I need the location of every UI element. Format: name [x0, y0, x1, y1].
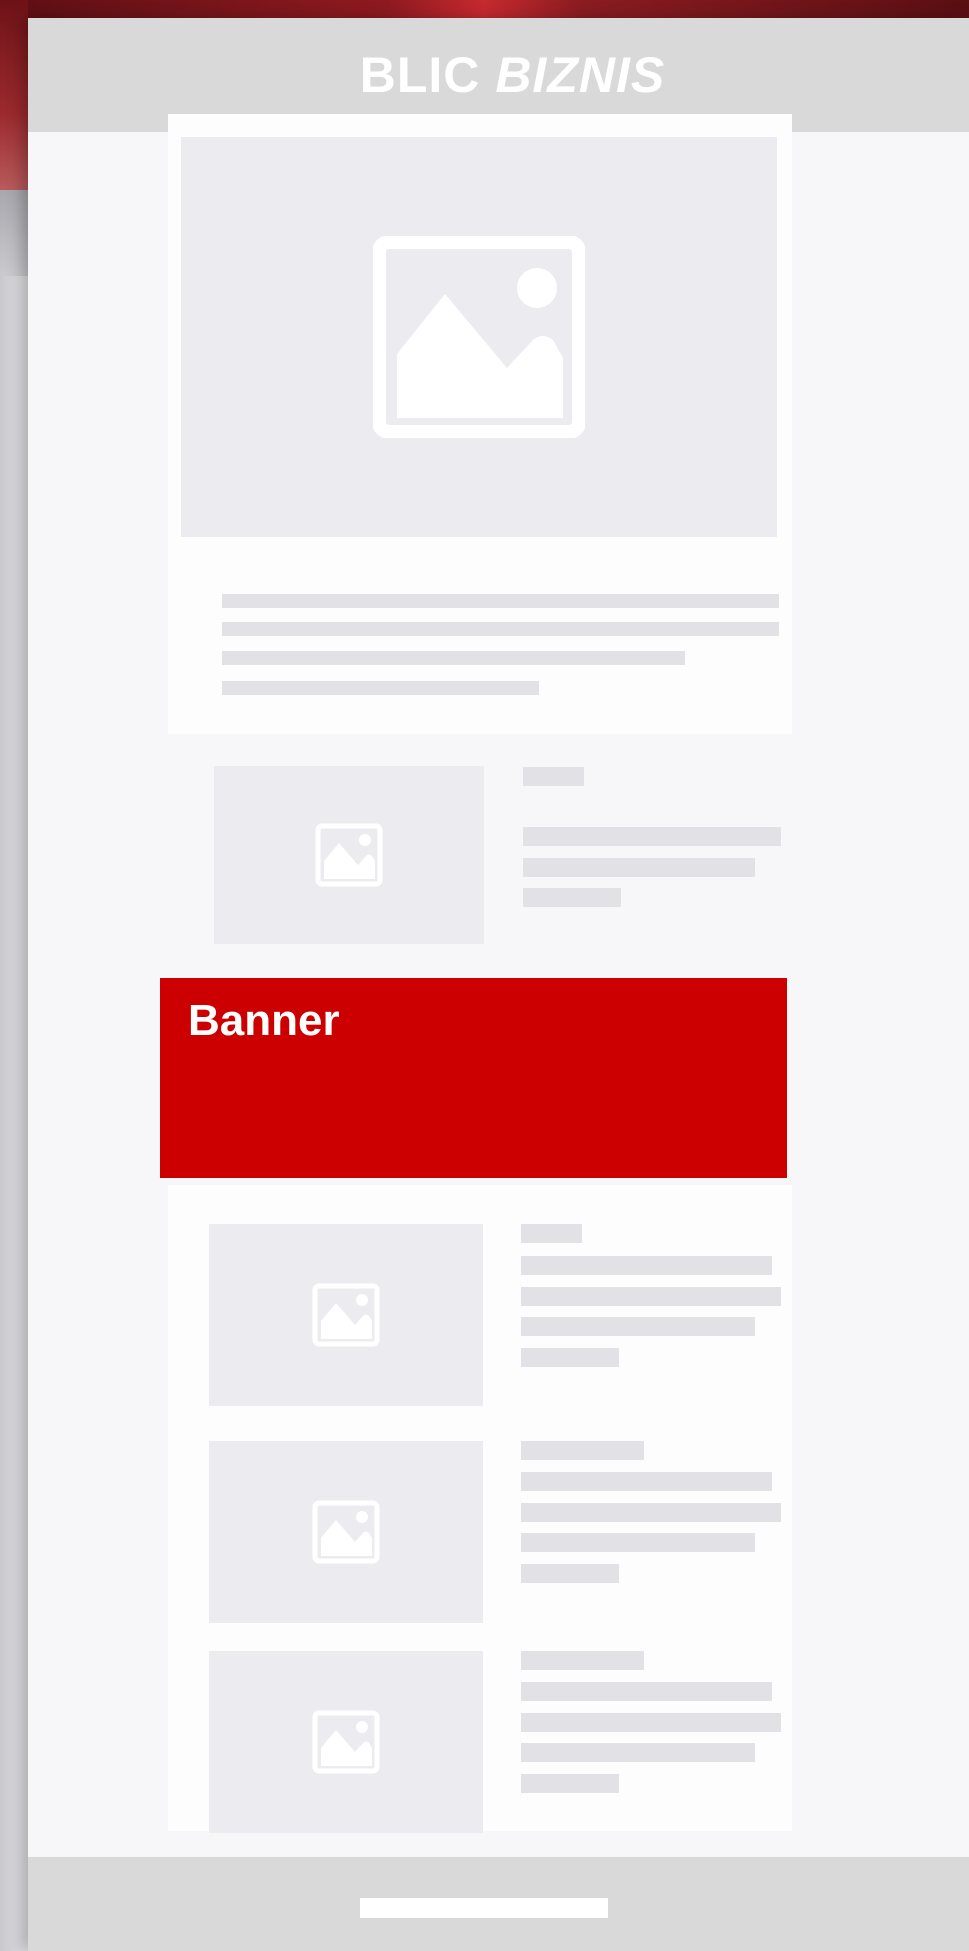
article-thumbnail[interactable]	[214, 766, 484, 944]
article-title-line	[521, 1317, 755, 1336]
background-page-top	[0, 0, 969, 18]
article-thumbnail[interactable]	[209, 1651, 483, 1833]
article-thumbnail[interactable]	[209, 1224, 483, 1406]
hero-image-placeholder[interactable]	[181, 137, 777, 537]
image-placeholder-icon	[312, 1500, 380, 1564]
article-title-line	[521, 1682, 772, 1701]
image-placeholder-icon	[312, 1283, 380, 1347]
image-placeholder-icon	[373, 236, 585, 438]
article-category-tag	[521, 1224, 582, 1243]
image-placeholder-icon	[315, 823, 383, 887]
background-page-left-band	[0, 190, 28, 276]
image-placeholder-icon	[312, 1710, 380, 1774]
article-title-line	[523, 888, 621, 907]
article-title-line	[521, 1743, 755, 1762]
article-title-line	[521, 1472, 772, 1491]
article-title-line	[521, 1348, 619, 1367]
home-indicator[interactable]	[360, 1898, 608, 1918]
article-title-line	[521, 1256, 772, 1275]
article-title-line	[521, 1564, 619, 1583]
ad-banner[interactable]: Banner	[160, 978, 787, 1178]
article-title-line	[521, 1503, 781, 1522]
hero-text-line	[222, 681, 539, 695]
article-title-line	[521, 1533, 755, 1552]
article-title-line	[521, 1287, 781, 1306]
banner-label: Banner	[188, 996, 340, 1045]
article-title-line	[523, 858, 755, 877]
article-category-tag	[521, 1441, 644, 1460]
article-thumbnail[interactable]	[209, 1441, 483, 1623]
article-category-tag	[521, 1651, 644, 1670]
hero-text-line	[222, 651, 685, 665]
hero-text-line	[222, 594, 779, 608]
site-logo[interactable]: BLIC BIZNIS	[360, 46, 665, 104]
article-title-line	[523, 827, 781, 846]
background-page-left-rest	[0, 276, 28, 1951]
article-title-line	[521, 1713, 781, 1732]
article-title-line	[521, 1774, 619, 1793]
logo-part-blic: BLIC	[359, 47, 481, 103]
logo-part-biznis: BIZNIS	[495, 47, 666, 103]
background-page-left-edge	[0, 0, 28, 190]
article-category-tag	[523, 767, 584, 786]
hero-text-line	[222, 622, 779, 636]
